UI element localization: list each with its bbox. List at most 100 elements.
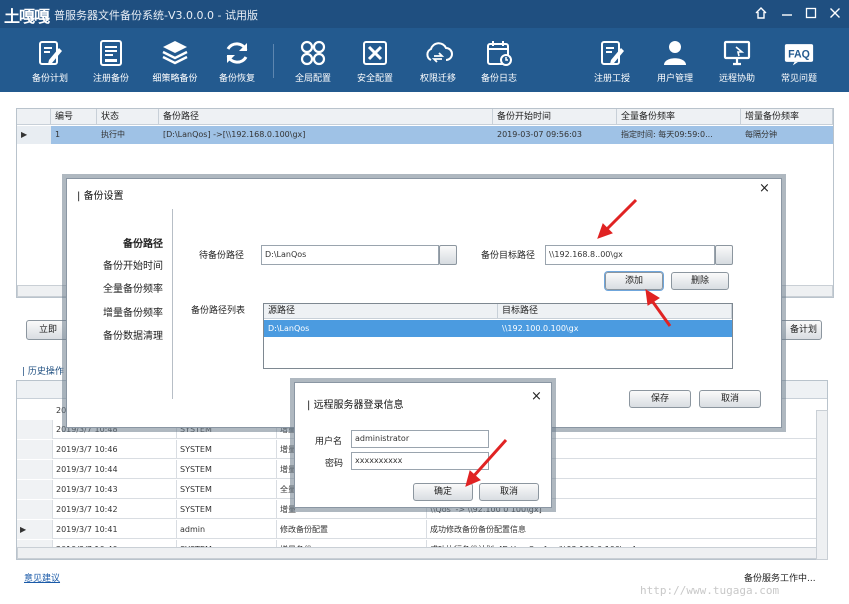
main-toolbar: 备份计划 注册备份 细策略备份 备份恢复 全局配置 安全配置 权限迁移 备份日志…	[0, 28, 849, 92]
toolbar-backup-log-button[interactable]: 备份日志	[472, 28, 526, 92]
toolbar-register-button[interactable]: 注册工授	[586, 28, 638, 92]
cell-id: 1	[55, 130, 61, 139]
table-row[interactable]: ▶ 1 执行中 [D:\LanQos] ->[\\192.168.0.100\g…	[17, 126, 833, 144]
ok-button[interactable]: 确定	[413, 483, 473, 501]
password-input[interactable]: xxxxxxxxxx	[351, 452, 489, 470]
history-cell-user: SYSTEM	[177, 440, 277, 459]
toolbar-remote-assist-button[interactable]: 远程协助	[710, 28, 764, 92]
login-cancel-button[interactable]: 取消	[479, 483, 539, 501]
history-cell-op: 修改备份配置	[277, 520, 427, 539]
save-button[interactable]: 保存	[629, 390, 691, 408]
table-header-cell	[17, 109, 51, 125]
nav-item-full-frequency[interactable]: 全量备份频率	[67, 280, 163, 295]
toolbar-backup-plan-button[interactable]: 备份计划	[24, 28, 76, 92]
toolbar-register-backup-button[interactable]: 注册备份	[82, 28, 140, 92]
backup-dialog-title-text: 备份设置	[83, 191, 124, 202]
toolbar-label: 远程协助	[718, 74, 755, 84]
run-now-button[interactable]: 立即	[26, 320, 70, 340]
close-icon[interactable]: ×	[531, 389, 542, 404]
password-label: 密码	[325, 459, 344, 469]
window-title: 普服务器文件备份系统-V3.0.0.0 - 试用版	[54, 9, 258, 22]
history-table-scrollbar[interactable]	[17, 547, 827, 559]
toolbar-label: 权限迁移	[419, 74, 456, 84]
path-list-source-cell: D:\LanQos	[268, 324, 310, 333]
path-list-header-cell: 源路径	[264, 304, 498, 319]
toolbar-separator	[273, 44, 274, 78]
toolbar-user-management-button[interactable]: 用户管理	[648, 28, 702, 92]
toolbar-restore-button[interactable]: 备份恢复	[210, 28, 264, 92]
add-button[interactable]: 添加	[605, 272, 663, 290]
target-browse-button[interactable]	[715, 245, 733, 265]
row-indicator	[17, 480, 53, 499]
row-indicator	[17, 440, 53, 459]
history-cell-time: 2019/3/7 10:41	[53, 520, 177, 539]
table-header-cell[interactable]: 编号	[51, 109, 97, 125]
toolbar-label: 用户管理	[656, 74, 693, 84]
path-list-row[interactable]: D:\LanQos \\192.100.0.100\gx	[264, 320, 732, 337]
title-bar: 土嘎嘎 普服务器文件备份系统-V3.0.0.0 - 试用版	[0, 0, 849, 28]
table-header-cell[interactable]: 备份开始时间	[493, 109, 617, 125]
table-header-cell[interactable]: 全量备份频率	[617, 109, 741, 125]
toolbar-label: 细策略备份	[152, 74, 198, 84]
history-cell-user: admin	[177, 520, 277, 539]
target-path-label: 备份目标路径	[481, 251, 536, 261]
source-path-input[interactable]: D:\LanQos	[261, 245, 439, 265]
nav-item-incremental-frequency[interactable]: 增量备份频率	[67, 304, 163, 319]
toolbar-label: 备份计划	[31, 74, 68, 84]
maximize-icon[interactable]	[802, 4, 820, 22]
table-header-cell[interactable]: 增量备份频率	[741, 109, 833, 125]
cloud-transfer-icon	[426, 42, 453, 63]
username-input[interactable]: administrator	[351, 430, 489, 448]
register-doc-icon	[100, 40, 122, 66]
faq-badge-text: FAQ	[788, 48, 810, 60]
feedback-link[interactable]: 意见建议	[24, 571, 60, 584]
cell-status: 执行中	[101, 130, 125, 139]
toolbar-label: 注册工授	[593, 74, 630, 84]
history-cell-user: SYSTEM	[177, 500, 277, 519]
target-path-input[interactable]: \\192.168.8..00\gx	[545, 245, 715, 265]
nav-item-backup-path[interactable]: 备份路径	[67, 235, 163, 250]
cell-incremental-frequency: 每隔分钟	[745, 130, 777, 139]
row-indicator: ▶	[17, 126, 51, 144]
row-indicator: ▶	[17, 520, 53, 539]
table-header-cell[interactable]: 状态	[97, 109, 159, 125]
history-label-text: 历史操作	[27, 367, 64, 377]
history-cell-time: 2019/3/7 10:42	[53, 500, 177, 519]
row-indicator	[17, 420, 53, 439]
cancel-button[interactable]: 取消	[699, 390, 761, 408]
grid-icon	[300, 40, 326, 66]
toolbar-global-config-button[interactable]: 全局配置	[286, 28, 340, 92]
cell-start-time: 2019-03-07 09:56:03	[497, 130, 582, 139]
path-list: 源路径 目标路径 D:\LanQos \\192.100.0.100\gx	[263, 303, 733, 369]
cell-full-frequency: 指定时间: 每天09:59:0...	[621, 130, 713, 139]
close-icon[interactable]: ×	[759, 181, 770, 196]
history-partial-row: 20	[56, 406, 67, 415]
edit-doc-icon	[39, 41, 62, 65]
cell-path: [D:\LanQos] ->[\\192.168.0.100\gx]	[163, 130, 306, 139]
toolbar-permission-migrate-button[interactable]: 权限迁移	[410, 28, 466, 92]
table-row[interactable]: ▶ 2019/3/7 10:41 admin 修改备份配置 成功修改备份备份配置信息	[17, 520, 827, 539]
register-icon	[601, 41, 624, 65]
table-header-cell[interactable]: 备份路径	[159, 109, 493, 125]
close-icon[interactable]	[826, 4, 844, 22]
minimize-icon[interactable]	[778, 4, 796, 22]
history-cell-user: SYSTEM	[177, 460, 277, 479]
layers-icon	[162, 41, 188, 65]
login-dialog-title: | 远程服务器登录信息	[307, 400, 404, 411]
nav-item-data-cleanup[interactable]: 备份数据清理	[67, 327, 163, 342]
home-icon[interactable]	[752, 4, 770, 22]
history-vertical-scrollbar[interactable]	[816, 410, 828, 560]
source-browse-button[interactable]	[439, 245, 457, 265]
run-now-label: 立即	[38, 325, 57, 335]
toolbar-security-config-button[interactable]: 安全配置	[348, 28, 402, 92]
username-label: 用户名	[315, 437, 343, 447]
toolbar-strategy-backup-button[interactable]: 细策略备份	[145, 28, 205, 92]
delete-button[interactable]: 删除	[671, 272, 729, 290]
history-cell-time: 2019/3/7 10:43	[53, 480, 177, 499]
monitor-icon	[723, 40, 751, 66]
path-list-label: 备份路径列表	[191, 306, 246, 316]
users-icon	[664, 41, 686, 65]
nav-item-start-time[interactable]: 备份开始时间	[67, 257, 163, 272]
row-indicator	[17, 500, 53, 519]
toolbar-faq-button[interactable]: FAQ 常见问题	[772, 28, 826, 92]
